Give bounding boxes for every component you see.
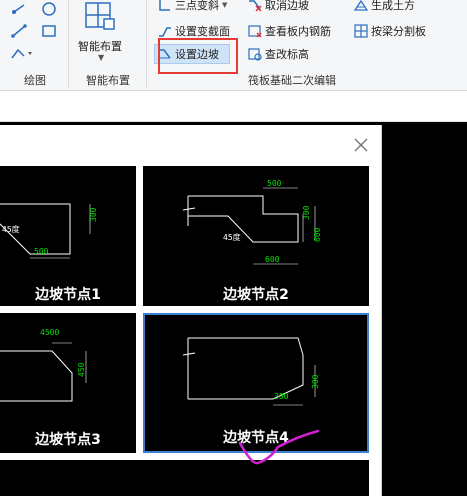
view-change-elevation-button[interactable]: 查改标高 [248, 45, 309, 63]
cancel-slope-icon [249, 0, 262, 12]
view-slab-rebar-button[interactable]: 查看板内钢筋 [248, 22, 331, 40]
generate-earthwork-button[interactable]: 生成土方 [354, 0, 415, 14]
line-draw-icon[interactable] [8, 22, 30, 40]
split-by-beam-label: 按梁分割板 [371, 25, 426, 38]
group-label-draw: 绘图 [24, 74, 46, 87]
earthwork-icon [354, 0, 368, 11]
three-point-slope-dropdown-icon[interactable]: ▼ [222, 1, 227, 9]
variable-section-icon [159, 27, 171, 37]
point-draw-icon[interactable] [8, 0, 30, 18]
ribbon-toolbar: 绘图 智能布置 ▼ 智能布置 三点变斜 ▼ 设置变截面 设置边坡 取消边坡 查看… [0, 0, 467, 91]
cancel-slope-edge-label: 取消边坡 [265, 0, 309, 12]
three-point-slope-button[interactable]: 三点变斜 ▼ [158, 0, 227, 14]
slope-node-1-dim-vertical: 300 [89, 207, 98, 222]
slope-node-2-label: 边坡节点2 [223, 287, 289, 303]
tab-strip [0, 91, 467, 122]
split-icon [354, 24, 368, 38]
smart-layout-icon[interactable] [80, 0, 120, 34]
group-separator [146, 0, 147, 88]
smart-layout-dropdown-icon[interactable]: ▼ [98, 53, 104, 62]
slope-node-card-2[interactable]: 500 300 600 600 45度 边坡节点2 [143, 166, 369, 306]
three-point-slope-icon [159, 0, 170, 11]
arc-draw-icon[interactable] [38, 0, 60, 18]
slope-node-2-angle: 45度 [223, 232, 241, 242]
split-by-beam-button[interactable]: 按梁分割板 [354, 22, 426, 40]
slope-node-2-dim-top: 500 [267, 179, 282, 188]
elevation-icon [248, 48, 262, 61]
slope-node-2-dim-right-outer: 600 [313, 227, 322, 242]
polyline-draw-icon[interactable] [8, 44, 36, 62]
cancel-slope-edge-button[interactable]: 取消边坡 [248, 0, 309, 14]
highlight-box [158, 38, 238, 74]
slope-node-1-dim-horizontal: 500 [34, 247, 49, 256]
view-slab-rebar-label: 查看板内钢筋 [265, 25, 331, 38]
slope-node-1-label: 边坡节点1 [35, 287, 101, 303]
slope-node-3-dim-right: 450 [77, 362, 86, 377]
slope-node-2-dim-bottom: 600 [265, 255, 280, 264]
rectangle-draw-icon[interactable] [38, 22, 60, 40]
set-variable-section-label: 设置变截面 [175, 25, 230, 38]
three-point-slope-label: 三点变斜 [175, 0, 219, 12]
group-label-smart-layout: 智能布置 [86, 74, 130, 87]
generate-earthwork-label: 生成土方 [371, 0, 415, 12]
slope-node-card-1[interactable]: 300 500 45度 边坡节点1 [0, 166, 136, 306]
slope-node-4-dim-right: 300 [311, 374, 320, 389]
slope-node-card-3[interactable]: 4500 450 边坡节点3 [0, 313, 136, 453]
slope-node-2-dim-right-inner: 300 [302, 205, 311, 220]
slope-node-3-label: 边坡节点3 [35, 432, 101, 448]
smart-layout-button[interactable]: 智能布置 [78, 38, 122, 54]
slope-node-1-angle: 45度 [2, 224, 20, 234]
group-label-raft-edit: 筏板基础二次编辑 [248, 74, 336, 87]
annotation-scribble [238, 429, 320, 465]
slope-node-3-dim-top: 4500 [40, 328, 59, 337]
group-separator [68, 0, 69, 88]
slope-node-4-dim-bottom: 300 [274, 392, 289, 401]
close-icon[interactable] [352, 136, 370, 154]
rebar-icon [248, 25, 262, 38]
view-change-elevation-label: 查改标高 [265, 48, 309, 61]
